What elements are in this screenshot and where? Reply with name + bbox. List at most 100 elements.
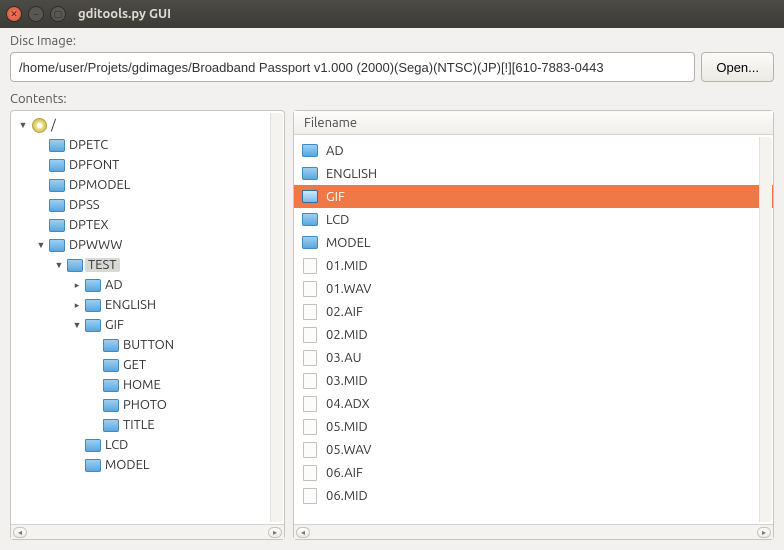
folder-icon [103,417,119,433]
file-icon [302,442,318,458]
tree-root[interactable]: ▼ / [15,115,284,135]
tree-item-title[interactable]: TITLE [87,415,284,435]
window-titlebar: ✕ – ▢ gditools.py GUI [0,0,784,28]
list-item[interactable]: 03.MID [294,369,773,392]
list-item[interactable]: 01.WAV [294,277,773,300]
folder-icon [103,357,119,373]
list-item-label: 03.MID [326,374,368,388]
list-item-label: 06.MID [326,489,368,503]
filelist-vscrollbar[interactable] [759,137,772,522]
filelist-hscrollbar[interactable]: ◂ ▸ [294,524,773,539]
tree-item-dpfont[interactable]: DPFONT [33,155,284,175]
chevron-right-icon[interactable]: ▸ [71,279,83,291]
folder-icon [302,189,318,205]
list-item-label: 06.AIF [326,466,363,480]
folder-icon [49,217,65,233]
list-item[interactable]: LCD [294,208,773,231]
list-item-label: 02.MID [326,328,368,342]
tree-item-home[interactable]: HOME [87,375,284,395]
list-item[interactable]: 05.MID [294,415,773,438]
folder-icon [85,317,101,333]
folder-icon [302,235,318,251]
list-item-label: 04.ADX [326,397,370,411]
list-item[interactable]: 01.MID [294,254,773,277]
file-icon [302,304,318,320]
tree-item-gif[interactable]: ▼GIF [69,315,284,335]
folder-icon [49,177,65,193]
window-minimize-button[interactable]: – [28,6,44,22]
list-item-label: ENGLISH [326,167,377,181]
list-item[interactable]: MODEL [294,231,773,254]
file-icon [302,396,318,412]
tree-item-photo[interactable]: PHOTO [87,395,284,415]
list-item-label: 05.MID [326,420,368,434]
list-item[interactable]: 03.AU [294,346,773,369]
list-item-label: GIF [326,190,345,204]
tree-item-dptex[interactable]: DPTEX [33,215,284,235]
chevron-down-icon[interactable]: ▼ [17,119,29,131]
list-item[interactable]: 02.MID [294,323,773,346]
tree-item-dpss[interactable]: DPSS [33,195,284,215]
tree-hscrollbar[interactable]: ◂ ▸ [11,524,284,539]
list-item-label: 05.WAV [326,443,371,457]
filelist-header-label: Filename [304,116,357,130]
list-item[interactable]: AD [294,139,773,162]
folder-icon [49,137,65,153]
list-item[interactable]: 04.ADX [294,392,773,415]
tree-item-model[interactable]: MODEL [69,455,284,475]
scroll-right-icon[interactable]: ▸ [757,527,771,538]
folder-icon [49,197,65,213]
tree-item-dpmodel[interactable]: DPMODEL [33,175,284,195]
file-icon [302,488,318,504]
folder-icon [85,277,101,293]
list-item[interactable]: ENGLISH [294,162,773,185]
tree-item-get[interactable]: GET [87,355,284,375]
tree-item-test[interactable]: ▼TEST [51,255,284,275]
tree-item-dpwww[interactable]: ▼DPWWW [33,235,284,255]
tree-pane: ▼ / DPETC DPFONT DPMODEL DPSS DPTEX ▼DPW… [10,110,285,540]
scroll-right-icon[interactable]: ▸ [268,527,282,538]
filelist-header[interactable]: Filename [294,111,773,135]
list-item-label: 01.MID [326,259,368,273]
list-item-label: MODEL [326,236,370,250]
chevron-down-icon[interactable]: ▼ [71,319,83,331]
folder-icon [103,377,119,393]
folder-icon [67,257,83,273]
folder-icon [85,437,101,453]
tree-body[interactable]: ▼ / DPETC DPFONT DPMODEL DPSS DPTEX ▼DPW… [11,111,284,524]
tree-item-button[interactable]: BUTTON [87,335,284,355]
tree-item-english[interactable]: ▸ENGLISH [69,295,284,315]
chevron-down-icon[interactable]: ▼ [53,259,65,271]
file-icon [302,327,318,343]
disc-icon [31,117,47,133]
list-item[interactable]: GIF [294,185,773,208]
list-item-label: 01.WAV [326,282,371,296]
file-icon [302,465,318,481]
file-icon [302,281,318,297]
open-button[interactable]: Open... [701,52,774,82]
disc-image-label: Disc Image: [10,34,774,48]
list-item[interactable]: 02.AIF [294,300,773,323]
window-close-button[interactable]: ✕ [6,6,22,22]
scroll-left-icon[interactable]: ◂ [296,527,310,538]
contents-label: Contents: [10,92,774,106]
folder-icon [49,157,65,173]
window-maximize-button[interactable]: ▢ [50,6,66,22]
list-item[interactable]: 05.WAV [294,438,773,461]
file-icon [302,373,318,389]
folder-icon [302,143,318,159]
filelist-pane: Filename AD ENGLISH GIF LCD MODEL 01.MID 01.WA… [293,110,774,540]
tree-item-ad[interactable]: ▸AD [69,275,284,295]
tree-item-lcd[interactable]: LCD [69,435,284,455]
disc-image-path-input[interactable] [10,52,695,82]
chevron-right-icon[interactable]: ▸ [71,299,83,311]
filelist-body[interactable]: AD ENGLISH GIF LCD MODEL 01.MID 01.WAV 02.AIF 02… [294,135,773,524]
list-item[interactable]: 06.AIF [294,461,773,484]
file-icon [302,419,318,435]
tree-item-dpetc[interactable]: DPETC [33,135,284,155]
list-item-label: 03.AU [326,351,362,365]
list-item-label: 02.AIF [326,305,363,319]
scroll-left-icon[interactable]: ◂ [13,527,27,538]
chevron-down-icon[interactable]: ▼ [35,239,47,251]
list-item[interactable]: 06.MID [294,484,773,507]
